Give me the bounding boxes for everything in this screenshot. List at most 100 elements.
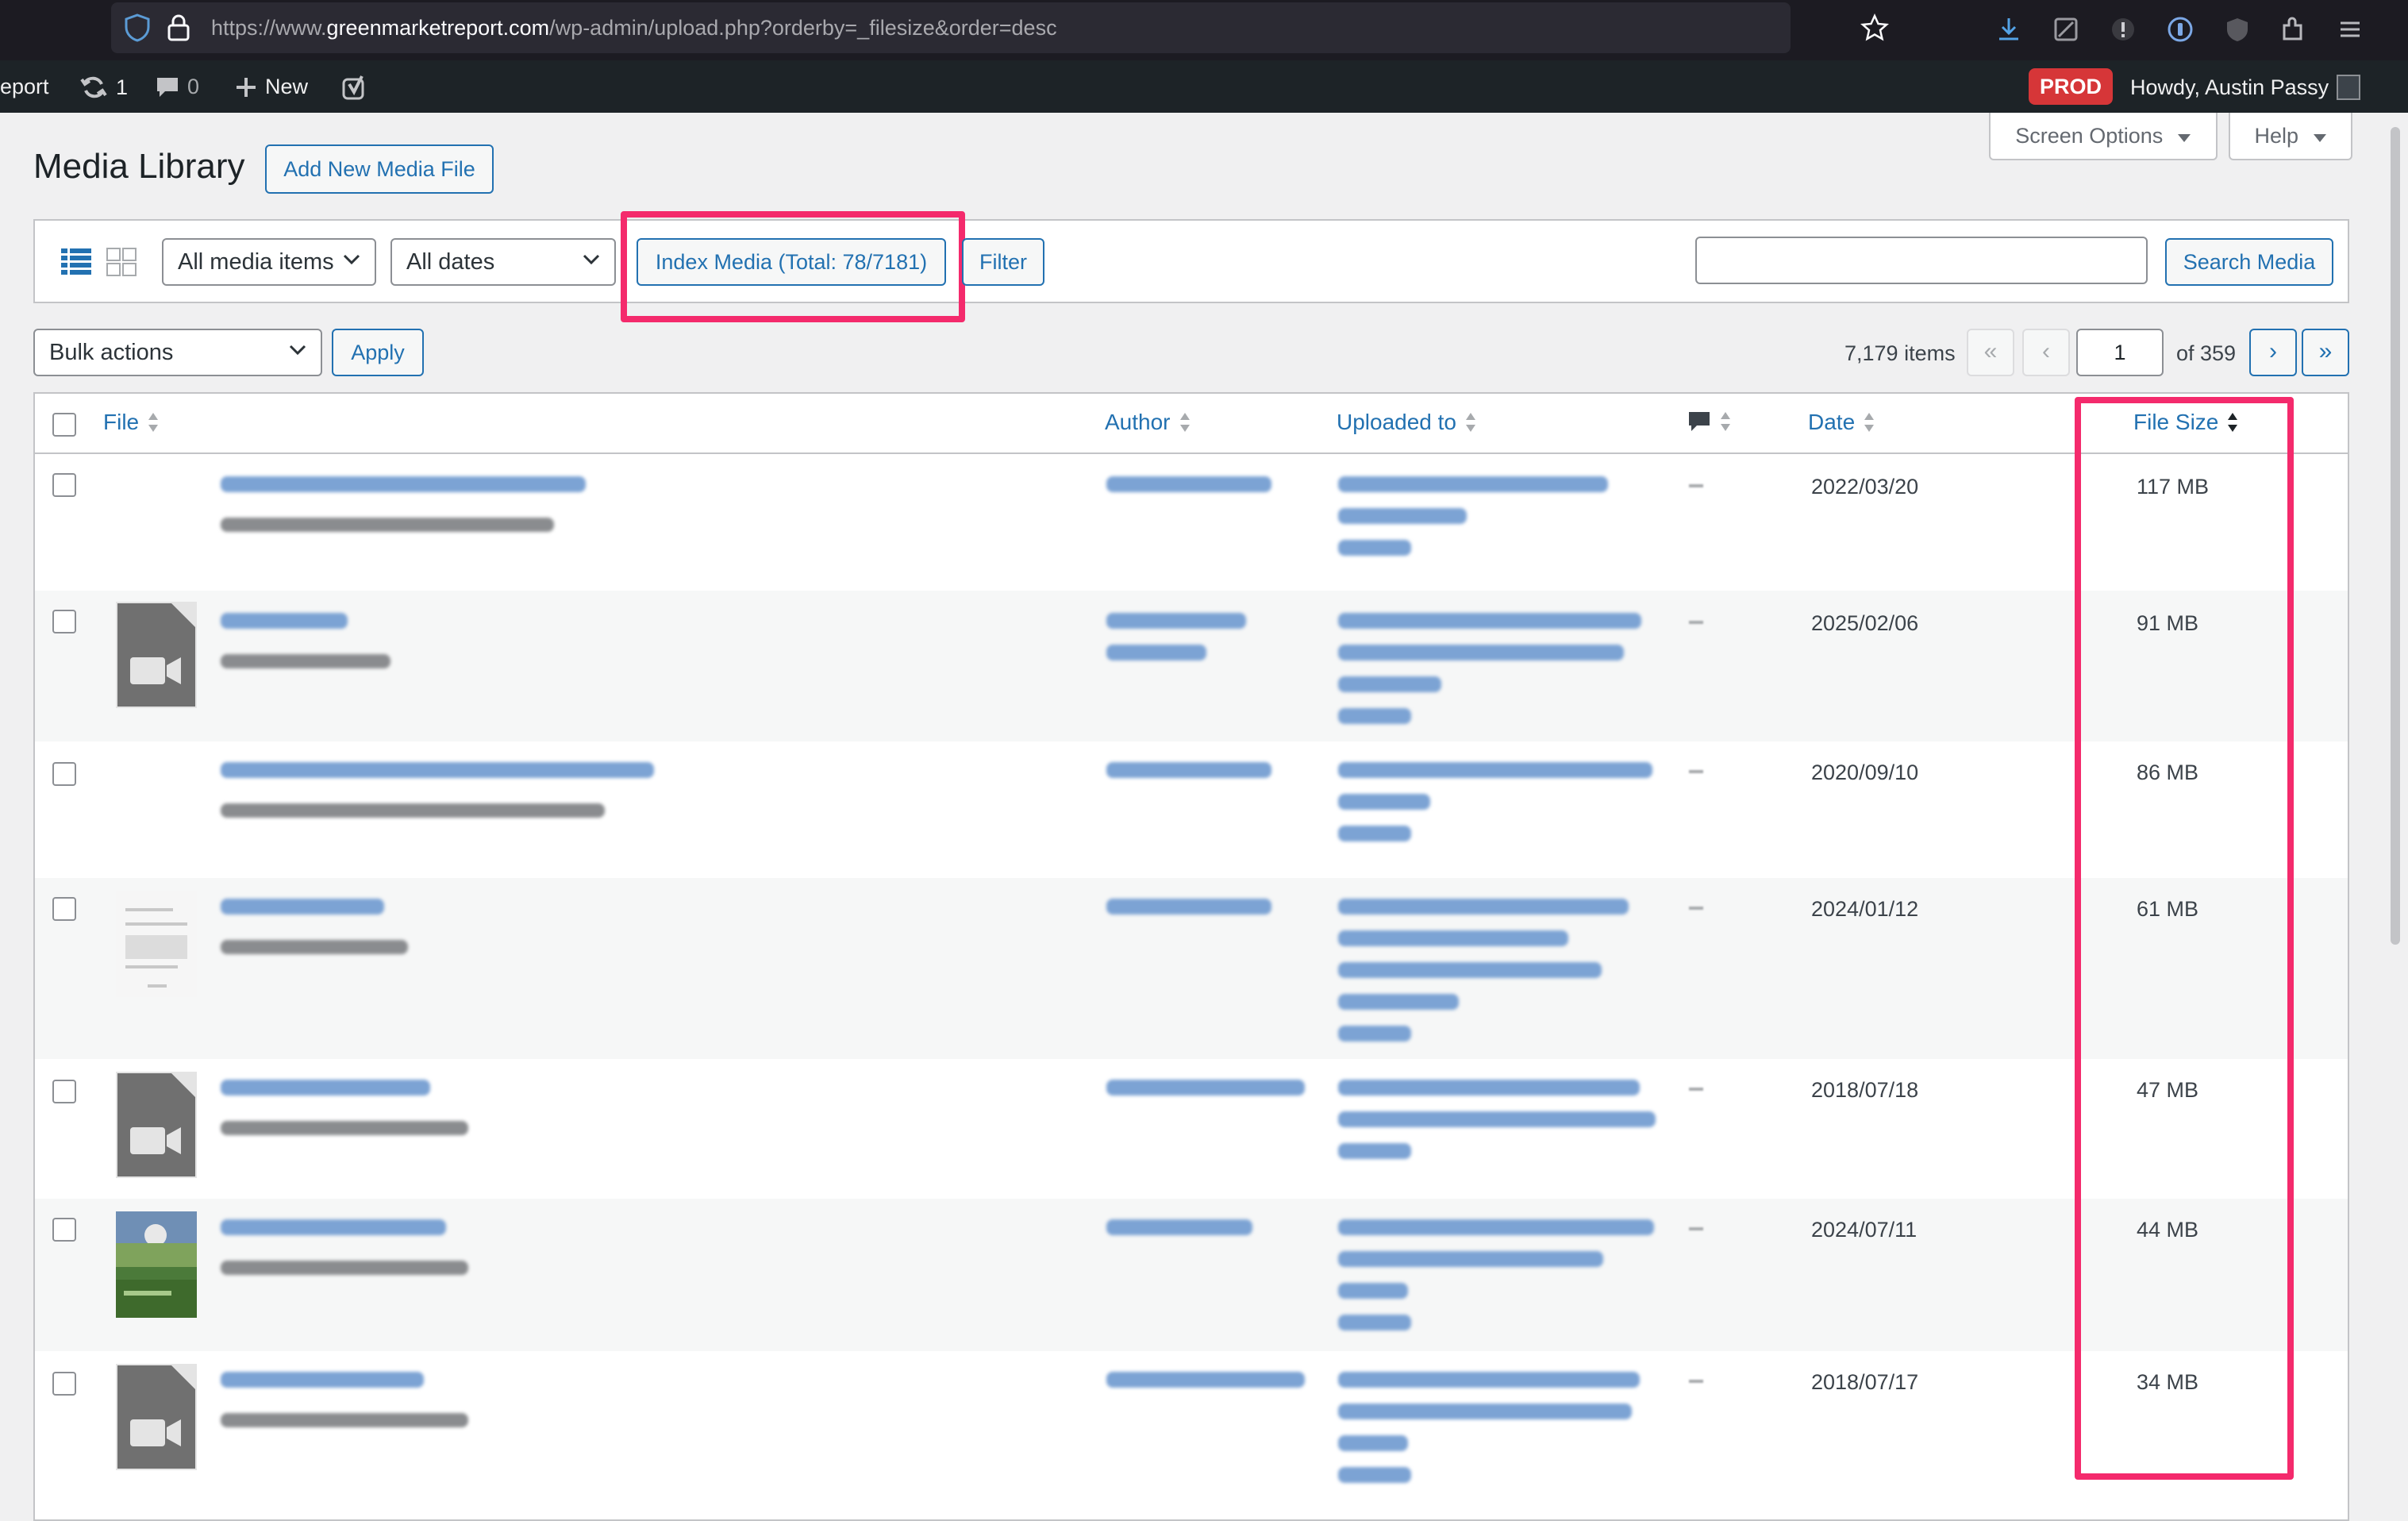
url-bar[interactable]: https://www.greenmarketreport.com/wp-adm… — [111, 2, 1890, 53]
prev-page-button[interactable]: ‹ — [2022, 329, 2070, 376]
current-page-input[interactable]: 1 — [2076, 329, 2164, 376]
author-link[interactable] — [1106, 613, 1246, 629]
media-type-value: All media items — [178, 249, 334, 275]
uploaded-to-link[interactable] — [1338, 476, 1608, 492]
file-title-link[interactable] — [221, 1372, 424, 1388]
uploaded-to-link[interactable] — [1338, 1080, 1640, 1096]
uploaded-to-link[interactable] — [1338, 1111, 1656, 1127]
add-new-media-button[interactable]: Add New Media File — [265, 144, 494, 194]
hamburger-menu-icon[interactable] — [2337, 16, 2364, 47]
author-link[interactable] — [1106, 1080, 1305, 1096]
uploaded-to-link[interactable] — [1338, 1283, 1408, 1299]
row-checkbox[interactable] — [52, 1372, 76, 1396]
new-content-link[interactable]: New — [235, 75, 308, 99]
my-account-link[interactable]: Howdy, Austin Passy — [2130, 75, 2361, 100]
grid-view-icon[interactable] — [106, 248, 137, 280]
file-title-link[interactable] — [221, 762, 654, 778]
column-date[interactable]: Date — [1808, 410, 1875, 435]
list-view-icon[interactable] — [60, 248, 92, 280]
video-file-icon[interactable] — [116, 1072, 197, 1178]
updates-link[interactable]: 1 — [79, 75, 128, 100]
first-page-button[interactable]: « — [1967, 329, 2014, 376]
file-title-link[interactable] — [221, 476, 586, 492]
author-link[interactable] — [1106, 762, 1271, 778]
file-title-link[interactable] — [221, 613, 348, 629]
row-checkbox[interactable] — [52, 762, 76, 786]
column-comments[interactable] — [1687, 410, 1732, 433]
video-file-icon[interactable] — [116, 1364, 197, 1470]
pdf-document-thumbnail[interactable] — [116, 891, 197, 997]
extension-password-icon[interactable] — [2167, 16, 2194, 47]
file-name — [221, 654, 390, 668]
comments-link[interactable]: 0 — [156, 75, 199, 99]
file-title-link[interactable] — [221, 1080, 430, 1096]
apply-button[interactable]: Apply — [332, 329, 424, 376]
detach-link[interactable] — [1338, 1315, 1411, 1330]
uploaded-to-link[interactable] — [1338, 762, 1652, 778]
comments-count — [1689, 1088, 1703, 1091]
help-button[interactable]: Help — [2229, 113, 2352, 160]
uploaded-to-link[interactable] — [1338, 1251, 1603, 1267]
extensions-puzzle-icon[interactable] — [2279, 16, 2306, 47]
select-all-checkbox[interactable] — [52, 413, 76, 437]
author-link[interactable] — [1106, 645, 1206, 660]
lock-icon[interactable] — [167, 13, 190, 46]
search-media-button[interactable]: Search Media — [2165, 238, 2333, 286]
row-checkbox[interactable] — [52, 473, 76, 497]
table-row: 2018/07/18 47 MB — [35, 1059, 2348, 1199]
date-filter-select[interactable]: All dates — [390, 238, 616, 286]
site-name-link[interactable]: eport — [0, 75, 49, 99]
author-link[interactable] — [1106, 899, 1271, 915]
seo-plugin-link[interactable] — [341, 75, 370, 102]
extension-alert-icon[interactable] — [2110, 16, 2137, 47]
uploaded-to-link[interactable] — [1338, 794, 1430, 810]
row-checkbox[interactable] — [52, 1218, 76, 1242]
comments-count — [1689, 907, 1703, 910]
search-media-input[interactable] — [1695, 237, 2148, 284]
uploaded-to-link[interactable] — [1338, 899, 1629, 915]
file-title-link[interactable] — [221, 1219, 446, 1235]
detach-link[interactable] — [1338, 1467, 1411, 1483]
detach-link[interactable] — [1338, 1143, 1411, 1159]
row-checkbox[interactable] — [52, 897, 76, 921]
author-link[interactable] — [1106, 476, 1271, 492]
row-checkbox[interactable] — [52, 610, 76, 633]
uploaded-to-link[interactable] — [1338, 1435, 1408, 1451]
next-page-button[interactable]: › — [2249, 329, 2297, 376]
row-checkbox[interactable] — [52, 1080, 76, 1103]
downloads-icon[interactable] — [1995, 16, 2022, 47]
uploaded-to-link[interactable] — [1338, 1219, 1654, 1235]
author-link[interactable] — [1106, 1372, 1305, 1388]
author-link[interactable] — [1106, 1219, 1252, 1235]
screen-options-button[interactable]: Screen Options — [1989, 113, 2218, 160]
annual-report-thumbnail[interactable] — [116, 1211, 197, 1318]
extension-tools-icon[interactable] — [2052, 16, 2079, 47]
file-title-link[interactable] — [221, 899, 384, 915]
detach-link[interactable] — [1338, 1026, 1411, 1042]
uploaded-to-link[interactable] — [1338, 1372, 1640, 1388]
detach-link[interactable] — [1338, 826, 1411, 841]
uploaded-to-link[interactable] — [1338, 676, 1441, 692]
column-uploaded-to[interactable]: Uploaded to — [1337, 410, 1477, 435]
last-page-button[interactable]: » — [2302, 329, 2349, 376]
bookmark-star-icon[interactable] — [1860, 13, 1890, 46]
column-file[interactable]: File — [103, 410, 160, 435]
uploaded-to-link[interactable] — [1338, 994, 1459, 1010]
extension-shield-icon[interactable] — [2224, 16, 2251, 47]
uploaded-to-link[interactable] — [1338, 962, 1602, 978]
bulk-actions-select[interactable]: Bulk actions — [33, 329, 322, 376]
detach-link[interactable] — [1338, 708, 1411, 724]
sort-icon — [148, 413, 159, 432]
video-file-icon[interactable] — [116, 602, 197, 708]
uploaded-to-link[interactable] — [1338, 508, 1467, 524]
detach-link[interactable] — [1338, 540, 1411, 556]
uploaded-to-link[interactable] — [1338, 645, 1624, 660]
column-author[interactable]: Author — [1105, 410, 1191, 435]
scrollbar-thumb[interactable] — [2391, 127, 2400, 945]
shield-icon[interactable] — [124, 13, 151, 46]
uploaded-to-link[interactable] — [1338, 930, 1568, 946]
media-type-select[interactable]: All media items — [162, 238, 376, 286]
filter-button[interactable]: Filter — [962, 238, 1044, 286]
uploaded-to-link[interactable] — [1338, 613, 1641, 629]
uploaded-to-link[interactable] — [1338, 1404, 1632, 1419]
